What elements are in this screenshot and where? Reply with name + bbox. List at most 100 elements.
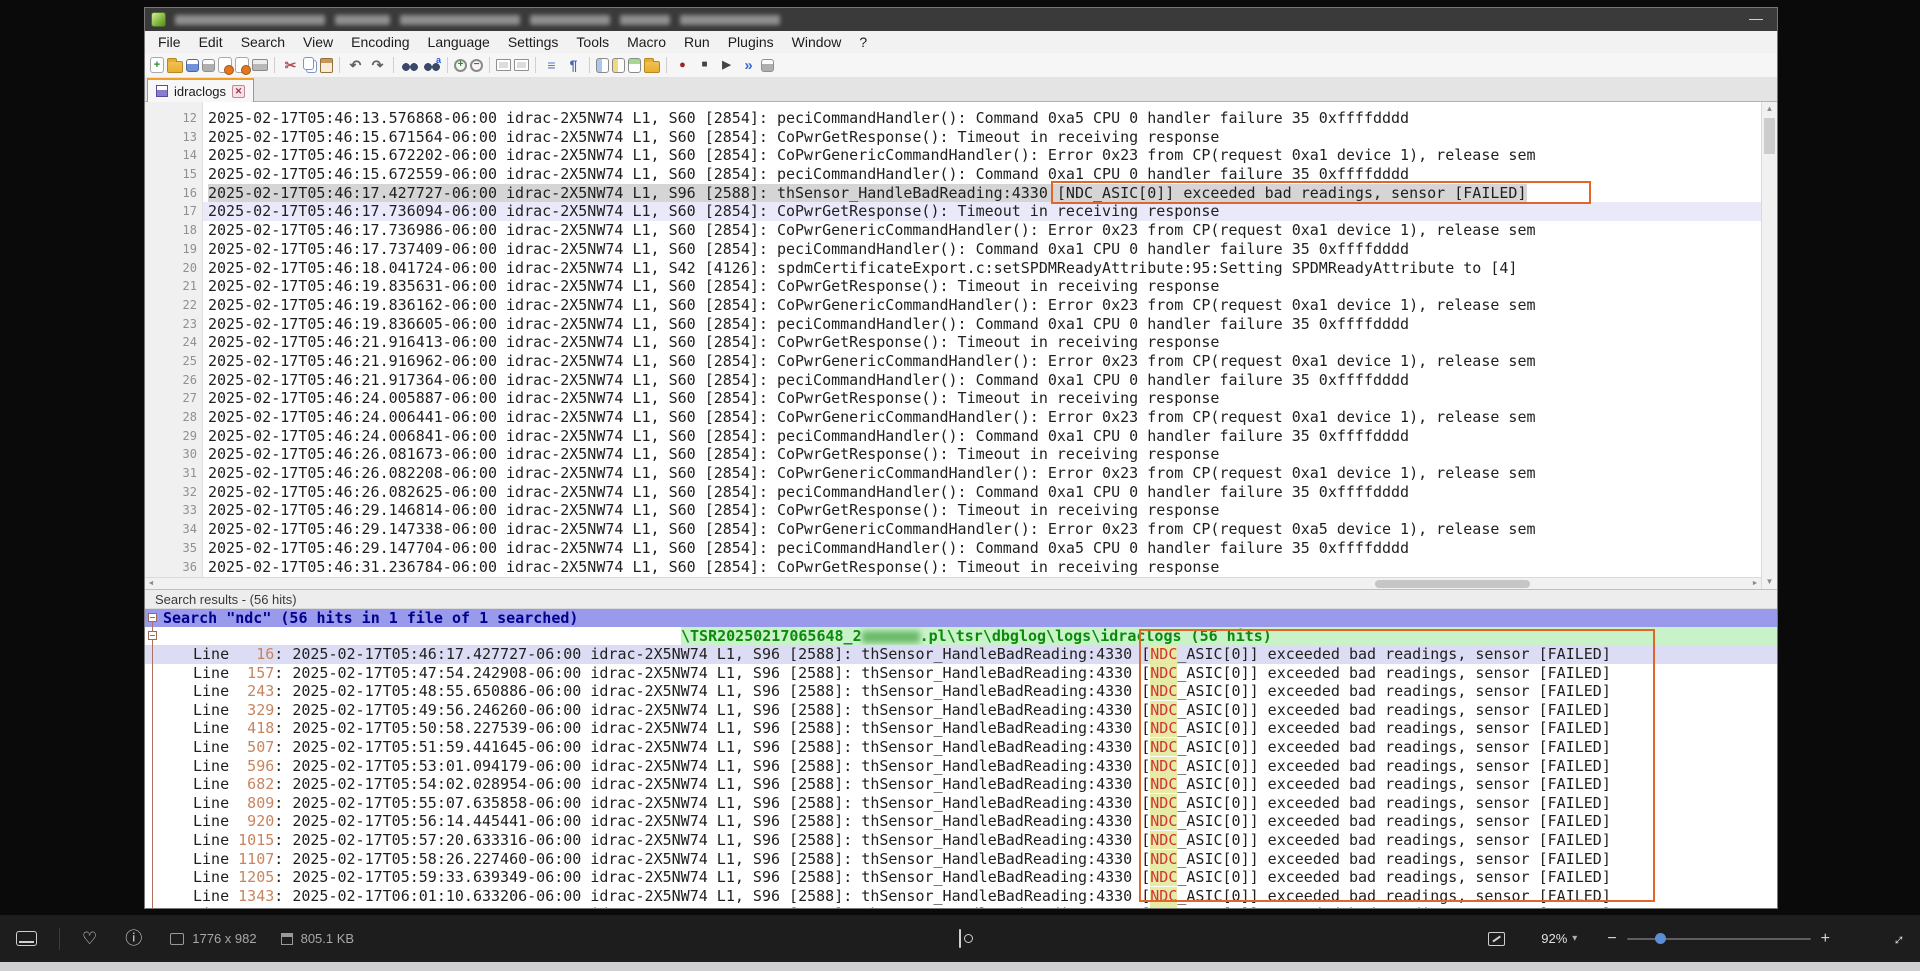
editor-line[interactable]: 172025-02-17T05:46:17.736094-06:00 idrac… [145, 202, 1761, 221]
macro-stop-icon[interactable]: ■ [695, 56, 714, 75]
redo-icon[interactable]: ↷ [368, 56, 387, 75]
word-wrap-icon[interactable]: ≡ [542, 56, 561, 75]
editor-line[interactable]: 142025-02-17T05:46:15.672202-06:00 idrac… [145, 146, 1761, 165]
macro-play-icon[interactable]: ▶ [717, 56, 736, 75]
search-result-row[interactable]: Line 329: 2025-02-17T05:49:56.246260-06:… [145, 701, 1777, 720]
menu-item-tools[interactable]: Tools [567, 31, 618, 53]
vertical-scrollbar-thumb[interactable] [1764, 118, 1775, 154]
editor-line[interactable]: 282025-02-17T05:46:24.006441-06:00 idrac… [145, 408, 1761, 427]
editor-line[interactable]: 212025-02-17T05:46:19.835631-06:00 idrac… [145, 277, 1761, 296]
search-result-row[interactable]: Line 920: 2025-02-17T05:56:14.445441-06:… [145, 812, 1777, 831]
menu-item-encoding[interactable]: Encoding [342, 31, 418, 53]
zoom-out-icon[interactable]: − [470, 59, 483, 72]
search-result-row[interactable]: Line 507: 2025-02-17T05:51:59.441645-06:… [145, 738, 1777, 757]
editor-line[interactable]: 152025-02-17T05:46:15.672559-06:00 idrac… [145, 165, 1761, 184]
editor-line[interactable]: 332025-02-17T05:46:29.146814-06:00 idrac… [145, 501, 1761, 520]
replace-icon[interactable]: a [422, 56, 441, 75]
editor-line[interactable]: 122025-02-17T05:46:13.576868-06:00 idrac… [145, 109, 1761, 128]
paste-icon[interactable] [320, 58, 333, 73]
close-all-files-icon[interactable] [235, 57, 249, 73]
sync-vertical-scrolling-icon[interactable] [496, 59, 511, 71]
search-result-row[interactable]: Line 809: 2025-02-17T05:55:07.635858-06:… [145, 794, 1777, 813]
search-results-panel-header[interactable]: Search results - (56 hits) [145, 589, 1777, 609]
search-result-row[interactable]: Line 243: 2025-02-17T05:48:55.650886-06:… [145, 682, 1777, 701]
macro-run-multiple-icon[interactable]: » [739, 56, 758, 75]
editor-horizontal-scrollbar[interactable]: ◄ ► [145, 577, 1761, 589]
zoom-level-select[interactable]: 92% ▾ [1533, 927, 1585, 950]
zoom-slider[interactable] [1627, 932, 1811, 946]
search-result-row[interactable]: Line 682: 2025-02-17T05:54:02.028954-06:… [145, 775, 1777, 794]
editor-line[interactable]: 252025-02-17T05:46:21.916962-06:00 idrac… [145, 352, 1761, 371]
editor-line[interactable]: 312025-02-17T05:46:26.082208-06:00 idrac… [145, 464, 1761, 483]
copy-icon[interactable] [303, 57, 314, 70]
editor-line[interactable]: 182025-02-17T05:46:17.736986-06:00 idrac… [145, 221, 1761, 240]
editor-line[interactable]: 162025-02-17T05:46:17.427727-06:00 idrac… [145, 184, 1761, 203]
menu-item-help[interactable]: ? [850, 31, 876, 53]
document-list-icon[interactable] [612, 58, 625, 73]
menu-item-edit[interactable]: Edit [190, 31, 232, 53]
editor-line[interactable]: 202025-02-17T05:46:18.041724-06:00 idrac… [145, 259, 1761, 278]
info-icon[interactable]: ⓘ [125, 930, 142, 947]
menu-item-settings[interactable]: Settings [499, 31, 568, 53]
cut-icon[interactable]: ✂ [281, 56, 300, 75]
search-result-row[interactable]: Line 1429: 2025-02-17T06:03:11.437648-06… [145, 905, 1777, 908]
zoom-in-button[interactable]: + [1821, 931, 1830, 947]
close-file-icon[interactable] [218, 57, 232, 73]
edit-image-icon[interactable] [1488, 932, 1505, 946]
filmstrip-toggle-icon[interactable] [16, 931, 37, 946]
search-result-row[interactable]: Line 1107: 2025-02-17T05:58:26.227460-06… [145, 850, 1777, 869]
undo-icon[interactable]: ↶ [346, 56, 365, 75]
fold-collapse-icon[interactable] [148, 613, 157, 622]
visual-search-icon[interactable] [959, 929, 961, 948]
menu-item-macro[interactable]: Macro [618, 31, 675, 53]
menu-item-view[interactable]: View [294, 31, 342, 53]
editor-line[interactable]: 342025-02-17T05:46:29.147338-06:00 idrac… [145, 520, 1761, 539]
editor-line[interactable]: 262025-02-17T05:46:21.917364-06:00 idrac… [145, 371, 1761, 390]
print-icon[interactable] [252, 59, 268, 71]
zoom-slider-handle[interactable] [1655, 933, 1666, 944]
find-icon[interactable] [400, 56, 419, 75]
search-result-row[interactable]: Line 157: 2025-02-17T05:47:54.242908-06:… [145, 664, 1777, 683]
scroll-up-arrow-icon[interactable]: ▲ [1762, 102, 1777, 116]
editor-text-area[interactable]: 122025-02-17T05:46:13.576868-06:00 idrac… [145, 109, 1761, 576]
scroll-left-arrow-icon[interactable]: ◄ [145, 578, 157, 589]
save-all-icon[interactable] [202, 59, 215, 72]
editor-line[interactable]: 272025-02-17T05:46:24.005887-06:00 idrac… [145, 389, 1761, 408]
scroll-down-arrow-icon[interactable]: ▼ [1762, 575, 1777, 589]
menu-item-search[interactable]: Search [232, 31, 294, 53]
zoom-in-icon[interactable]: + [454, 59, 467, 72]
horizontal-scrollbar-thumb[interactable] [1375, 580, 1530, 588]
editor-line[interactable]: 192025-02-17T05:46:17.737409-06:00 idrac… [145, 240, 1761, 259]
open-file-icon[interactable] [167, 61, 183, 73]
macro-save-icon[interactable] [761, 59, 774, 72]
editor-vertical-scrollbar[interactable]: ▲ ▼ [1761, 102, 1777, 589]
search-query-header-row[interactable]: Search "ndc" (56 hits in 1 file of 1 sea… [145, 609, 1777, 627]
menu-item-plugins[interactable]: Plugins [719, 31, 783, 53]
search-result-row[interactable]: Line 16: 2025-02-17T05:46:17.427727-06:0… [145, 645, 1777, 664]
menu-item-language[interactable]: Language [419, 31, 499, 53]
menu-item-file[interactable]: File [149, 31, 190, 53]
search-result-row[interactable]: Line 1015: 2025-02-17T05:57:20.633316-06… [145, 831, 1777, 850]
fullscreen-icon[interactable]: ↔ [1886, 926, 1910, 950]
new-file-icon[interactable]: + [150, 57, 164, 73]
search-result-row[interactable]: Line 418: 2025-02-17T05:50:58.227539-06:… [145, 719, 1777, 738]
zoom-out-button[interactable]: − [1607, 931, 1616, 947]
tab-idraclogs[interactable]: idraclogs ✕ [147, 78, 254, 102]
scroll-right-arrow-icon[interactable]: ► [1749, 578, 1761, 589]
folder-as-workspace-icon[interactable] [644, 61, 660, 73]
editor-line[interactable]: 302025-02-17T05:46:26.081673-06:00 idrac… [145, 445, 1761, 464]
editor-line[interactable]: 322025-02-17T05:46:26.082625-06:00 idrac… [145, 483, 1761, 502]
show-all-characters-icon[interactable]: ¶ [564, 56, 583, 75]
menu-item-window[interactable]: Window [783, 31, 851, 53]
function-list-icon[interactable] [628, 58, 641, 73]
favorite-heart-icon[interactable]: ♡ [82, 930, 97, 947]
editor-line[interactable]: 362025-02-17T05:46:31.236784-06:00 idrac… [145, 558, 1761, 577]
editor-line[interactable]: 232025-02-17T05:46:19.836605-06:00 idrac… [145, 315, 1761, 334]
macro-record-icon[interactable]: ● [673, 56, 692, 75]
menu-item-run[interactable]: Run [675, 31, 719, 53]
search-result-row[interactable]: Line 596: 2025-02-17T05:53:01.094179-06:… [145, 757, 1777, 776]
minimize-button[interactable]: — [1749, 10, 1763, 26]
search-results-list[interactable]: Line 16: 2025-02-17T05:46:17.427727-06:0… [145, 645, 1777, 908]
sync-horizontal-scrolling-icon[interactable] [514, 59, 529, 71]
editor-line[interactable]: 132025-02-17T05:46:15.671564-06:00 idrac… [145, 128, 1761, 147]
